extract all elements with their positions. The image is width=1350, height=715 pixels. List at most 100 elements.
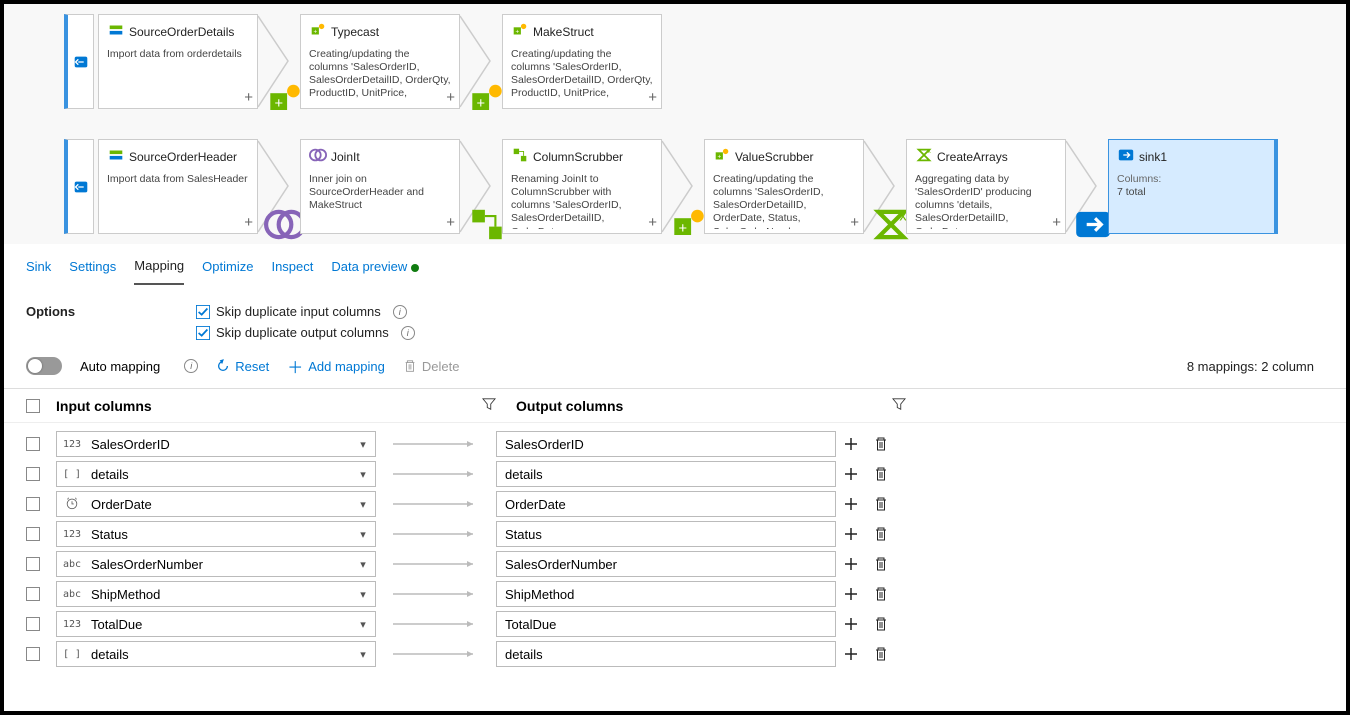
output-column-input[interactable]: SalesOrderNumber (496, 551, 836, 577)
source-handle[interactable] (64, 139, 94, 234)
skip-dup-input-checkbox[interactable]: Skip duplicate input columns i (196, 304, 415, 319)
filter-output-button[interactable] (892, 397, 906, 414)
output-column-input[interactable]: details (496, 461, 836, 487)
delete-row-button[interactable] (866, 586, 896, 602)
add-mapping-button[interactable]: ＋ Add mapping (287, 354, 385, 378)
info-icon[interactable]: i (184, 359, 198, 373)
input-column-select[interactable]: [ ]details▾ (56, 641, 376, 667)
output-column-input[interactable]: SalesOrderID (496, 431, 836, 457)
row-checkbox[interactable] (26, 587, 40, 601)
delete-button[interactable]: Delete (403, 359, 460, 374)
delete-row-button[interactable] (866, 496, 896, 512)
input-column-select[interactable]: abcShipMethod▾ (56, 581, 376, 607)
flow-node-createarrays[interactable]: xCreateArraysAggregating data by 'SalesO… (906, 139, 1066, 234)
add-step-button[interactable]: + (850, 214, 859, 231)
add-step-button[interactable]: + (244, 89, 253, 106)
delete-row-button[interactable] (866, 436, 896, 452)
input-column-name: SalesOrderNumber (87, 557, 351, 572)
tab-data-preview[interactable]: Data preview (331, 253, 419, 284)
type-icon: 123 (57, 619, 87, 630)
row-checkbox[interactable] (26, 647, 40, 661)
row-checkbox[interactable] (26, 557, 40, 571)
source-handle[interactable] (64, 14, 94, 109)
output-column-input[interactable]: ShipMethod (496, 581, 836, 607)
tab-bar: Sink Settings Mapping Optimize Inspect D… (4, 244, 1346, 286)
row-checkbox[interactable] (26, 437, 40, 451)
select-icon (466, 177, 484, 195)
mapping-arrow (376, 439, 496, 449)
node-title: ColumnScrubber (533, 150, 623, 164)
aggregate-icon: x (915, 146, 933, 167)
row-checkbox[interactable] (26, 527, 40, 541)
mapping-row: 123TotalDue▾ TotalDue (26, 609, 1324, 639)
add-row-button[interactable] (836, 586, 866, 602)
row-checkbox[interactable] (26, 467, 40, 481)
delete-row-button[interactable] (866, 646, 896, 662)
select-all-checkbox[interactable] (26, 399, 40, 413)
flow-connector: + (460, 14, 502, 109)
reset-button[interactable]: Reset (216, 359, 269, 374)
input-column-select[interactable]: 123SalesOrderID▾ (56, 431, 376, 457)
info-icon[interactable]: i (393, 305, 407, 319)
flow-node-sourceorderheader[interactable]: SourceOrderHeaderImport data from SalesH… (98, 139, 258, 234)
add-step-button[interactable]: + (446, 89, 455, 106)
output-column-input[interactable]: details (496, 641, 836, 667)
flow-node-sink[interactable]: sink1Columns:7 total (1108, 139, 1278, 234)
tab-settings[interactable]: Settings (69, 253, 116, 284)
add-row-button[interactable] (836, 496, 866, 512)
tab-mapping[interactable]: Mapping (134, 252, 184, 285)
plus-icon (843, 556, 859, 572)
add-step-button[interactable]: + (244, 214, 253, 231)
delete-row-button[interactable] (866, 466, 896, 482)
preview-status-icon (411, 264, 419, 272)
add-step-button[interactable]: + (446, 214, 455, 231)
flow-node-typecast[interactable]: +TypecastCreating/updating the columns '… (300, 14, 460, 109)
skip-dup-input-label: Skip duplicate input columns (216, 304, 381, 319)
input-column-select[interactable]: 123Status▾ (56, 521, 376, 547)
filter-input-button[interactable] (482, 397, 496, 414)
input-column-select[interactable]: OrderDate▾ (56, 491, 376, 517)
flow-node-joinit[interactable]: JoinItInner join on SourceOrderHeader an… (300, 139, 460, 234)
flow-node-makestruct[interactable]: +MakeStructCreating/updating the columns… (502, 14, 662, 109)
delete-row-button[interactable] (866, 556, 896, 572)
add-step-button[interactable]: + (1052, 214, 1061, 231)
node-description: Columns:7 total (1117, 173, 1266, 229)
tab-optimize[interactable]: Optimize (202, 253, 253, 284)
input-column-select[interactable]: abcSalesOrderNumber▾ (56, 551, 376, 577)
flow-node-valuescrubber[interactable]: +ValueScrubberCreating/updating the colu… (704, 139, 864, 234)
add-row-button[interactable] (836, 436, 866, 452)
add-row-button[interactable] (836, 556, 866, 572)
auto-mapping-toggle[interactable] (26, 357, 62, 375)
add-row-button[interactable] (836, 526, 866, 542)
tab-sink[interactable]: Sink (26, 253, 51, 284)
flow-canvas[interactable]: SourceOrderDetailsImport data from order… (4, 4, 1346, 244)
derived-icon: + (264, 52, 282, 70)
input-column-select[interactable]: [ ]details▾ (56, 461, 376, 487)
output-column-input[interactable]: OrderDate (496, 491, 836, 517)
node-title: CreateArrays (937, 150, 1008, 164)
mapping-row: abcShipMethod▾ ShipMethod (26, 579, 1324, 609)
output-column-input[interactable]: Status (496, 521, 836, 547)
flow-node-sourceorderdetails[interactable]: SourceOrderDetailsImport data from order… (98, 14, 258, 109)
delete-row-button[interactable] (866, 526, 896, 542)
add-step-button[interactable]: + (648, 214, 657, 231)
flow-node-columnscrubber[interactable]: ColumnScrubberRenaming JoinIt to ColumnS… (502, 139, 662, 234)
node-description: Inner join on SourceOrderHeader and Make… (309, 173, 451, 229)
add-row-button[interactable] (836, 646, 866, 662)
node-description: Creating/updating the columns 'SalesOrde… (511, 48, 653, 104)
node-title: Typecast (331, 25, 379, 39)
svg-text:+: + (718, 154, 722, 161)
row-checkbox[interactable] (26, 497, 40, 511)
info-icon[interactable]: i (401, 326, 415, 340)
row-checkbox[interactable] (26, 617, 40, 631)
plus-icon (843, 526, 859, 542)
add-step-button[interactable]: + (648, 89, 657, 106)
mapping-arrow (376, 619, 496, 629)
add-row-button[interactable] (836, 466, 866, 482)
skip-dup-output-checkbox[interactable]: Skip duplicate output columns i (196, 325, 415, 340)
input-column-select[interactable]: 123TotalDue▾ (56, 611, 376, 637)
delete-row-button[interactable] (866, 616, 896, 632)
tab-inspect[interactable]: Inspect (271, 253, 313, 284)
output-column-input[interactable]: TotalDue (496, 611, 836, 637)
add-row-button[interactable] (836, 616, 866, 632)
